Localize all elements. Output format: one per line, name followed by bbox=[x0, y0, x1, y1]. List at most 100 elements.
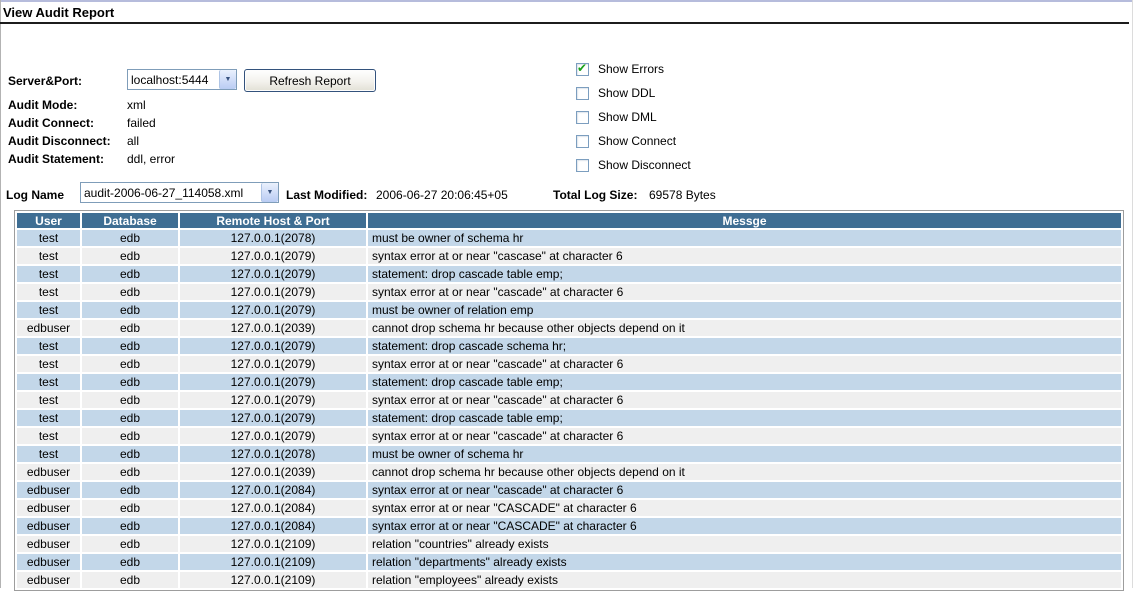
host-cell: 127.0.0.1(2079) bbox=[180, 392, 366, 408]
host-cell: 127.0.0.1(2109) bbox=[180, 554, 366, 570]
user-cell: test bbox=[17, 248, 80, 264]
table-row: edbuser edb 127.0.0.1(2039) cannot drop sch… bbox=[17, 464, 1121, 480]
log-file-selected-value: audit-2006-06-27_114058.xml bbox=[84, 185, 244, 200]
audit-statement-value: ddl, error bbox=[127, 152, 176, 166]
show-ddl-checkbox[interactable]: ✔ bbox=[576, 86, 589, 100]
table-row: test edb 127.0.0.1(2079) syntax error at or… bbox=[17, 248, 1121, 264]
show-ddl-row: ✔ Show DDL bbox=[576, 86, 655, 100]
host-cell: 127.0.0.1(2109) bbox=[180, 572, 366, 588]
frame-left-border bbox=[0, 0, 1, 588]
message-cell: statement: drop cascade table emp; bbox=[368, 410, 1121, 426]
user-cell: test bbox=[17, 338, 80, 354]
column-header-message: Messge bbox=[368, 213, 1121, 228]
database-cell: edb bbox=[82, 374, 178, 390]
user-cell: test bbox=[17, 410, 80, 426]
show-errors-checkbox[interactable]: ✔ bbox=[576, 61, 589, 76]
refresh-report-button[interactable]: Refresh Report bbox=[244, 69, 376, 92]
log-file-select[interactable]: audit-2006-06-27_114058.xml ▼ bbox=[80, 182, 279, 203]
message-cell: relation "countries" already exists bbox=[368, 536, 1121, 552]
user-cell: test bbox=[17, 446, 80, 462]
message-cell: syntax error at or near "cascase" at cha… bbox=[368, 248, 1121, 264]
database-cell: edb bbox=[82, 356, 178, 372]
host-cell: 127.0.0.1(2079) bbox=[180, 356, 366, 372]
host-cell: 127.0.0.1(2084) bbox=[180, 482, 366, 498]
host-cell: 127.0.0.1(2084) bbox=[180, 500, 366, 516]
show-dml-label: Show DML bbox=[598, 110, 657, 124]
log-name-label: Log Name bbox=[6, 188, 65, 202]
table-row: test edb 127.0.0.1(2078) must be owner of s… bbox=[17, 446, 1121, 462]
user-cell: edbuser bbox=[17, 554, 80, 570]
show-errors-row: ✔ Show Errors bbox=[576, 61, 665, 76]
message-cell: relation "employees" already exists bbox=[368, 572, 1121, 588]
message-cell: cannot drop schema hr because other obje… bbox=[368, 320, 1121, 336]
show-connect-row: ✔ Show Connect bbox=[576, 134, 676, 148]
server-port-selected-value: localhost:5444 bbox=[131, 72, 209, 87]
host-cell: 127.0.0.1(2079) bbox=[180, 248, 366, 264]
message-cell: must be owner of relation emp bbox=[368, 302, 1121, 318]
audit-mode-label: Audit Mode: bbox=[8, 98, 78, 112]
database-cell: edb bbox=[82, 338, 178, 354]
table-row: edbuser edb 127.0.0.1(2084) syntax error at… bbox=[17, 500, 1121, 516]
message-cell: syntax error at or near "CASCADE" at cha… bbox=[368, 518, 1121, 534]
user-cell: test bbox=[17, 392, 80, 408]
table-row: test edb 127.0.0.1(2079) statement: drop ca… bbox=[17, 410, 1121, 426]
message-cell: syntax error at or near "cascade" at cha… bbox=[368, 356, 1121, 372]
database-cell: edb bbox=[82, 410, 178, 426]
host-cell: 127.0.0.1(2109) bbox=[180, 536, 366, 552]
message-cell: cannot drop schema hr because other obje… bbox=[368, 464, 1121, 480]
host-cell: 127.0.0.1(2039) bbox=[180, 464, 366, 480]
last-modified-value: 2006-06-27 20:06:45+05 bbox=[376, 188, 508, 202]
table-row: edbuser edb 127.0.0.1(2084) syntax error at… bbox=[17, 518, 1121, 534]
show-disconnect-label: Show Disconnect bbox=[598, 158, 691, 172]
server-port-label: Server&Port: bbox=[8, 74, 83, 88]
database-cell: edb bbox=[82, 446, 178, 462]
table-header-row: User Database Remote Host & Port Messge bbox=[17, 213, 1121, 228]
database-cell: edb bbox=[82, 500, 178, 516]
audit-report-table: User Database Remote Host & Port Messge … bbox=[14, 210, 1124, 591]
database-cell: edb bbox=[82, 518, 178, 534]
chevron-down-icon[interactable]: ▼ bbox=[219, 70, 236, 89]
show-connect-checkbox[interactable]: ✔ bbox=[576, 134, 589, 148]
last-modified-label: Last Modified: bbox=[286, 188, 368, 202]
user-cell: edbuser bbox=[17, 536, 80, 552]
database-cell: edb bbox=[82, 482, 178, 498]
table-row: edbuser edb 127.0.0.1(2109) relation "depar… bbox=[17, 554, 1121, 570]
host-cell: 127.0.0.1(2079) bbox=[180, 266, 366, 282]
user-cell: edbuser bbox=[17, 320, 80, 336]
database-cell: edb bbox=[82, 572, 178, 588]
show-dml-checkbox[interactable]: ✔ bbox=[576, 110, 589, 124]
show-dml-row: ✔ Show DML bbox=[576, 110, 657, 124]
audit-mode-value: xml bbox=[127, 98, 146, 112]
server-port-select[interactable]: localhost:5444 ▼ bbox=[127, 69, 237, 90]
column-header-user: User bbox=[17, 213, 80, 228]
user-cell: test bbox=[17, 374, 80, 390]
show-disconnect-row: ✔ Show Disconnect bbox=[576, 158, 691, 172]
host-cell: 127.0.0.1(2079) bbox=[180, 338, 366, 354]
table-row: test edb 127.0.0.1(2079) syntax error at or… bbox=[17, 356, 1121, 372]
database-cell: edb bbox=[82, 464, 178, 480]
database-cell: edb bbox=[82, 320, 178, 336]
audit-table-body: test edb 127.0.0.1(2078) must be owner of s… bbox=[17, 230, 1121, 588]
message-cell: must be owner of schema hr bbox=[368, 230, 1121, 246]
chevron-down-icon[interactable]: ▼ bbox=[261, 183, 278, 202]
show-connect-label: Show Connect bbox=[598, 134, 677, 148]
show-disconnect-checkbox[interactable]: ✔ bbox=[576, 158, 589, 172]
page-title: View Audit Report bbox=[3, 5, 115, 20]
host-cell: 127.0.0.1(2079) bbox=[180, 374, 366, 390]
message-cell: statement: drop cascade table emp; bbox=[368, 266, 1121, 282]
audit-disconnect-label: Audit Disconnect: bbox=[8, 134, 111, 148]
user-cell: test bbox=[17, 428, 80, 444]
show-errors-label: Show Errors bbox=[598, 62, 665, 76]
table-row: edbuser edb 127.0.0.1(2084) syntax error at… bbox=[17, 482, 1121, 498]
show-ddl-label: Show DDL bbox=[598, 86, 656, 100]
user-cell: edbuser bbox=[17, 518, 80, 534]
table-row: test edb 127.0.0.1(2078) must be owner of s… bbox=[17, 230, 1121, 246]
message-cell: statement: drop cascade table emp; bbox=[368, 374, 1121, 390]
table-row: test edb 127.0.0.1(2079) must be owner of r… bbox=[17, 302, 1121, 318]
table-row: test edb 127.0.0.1(2079) syntax error at or… bbox=[17, 428, 1121, 444]
message-cell: must be owner of schema hr bbox=[368, 446, 1121, 462]
user-cell: edbuser bbox=[17, 482, 80, 498]
table-row: edbuser edb 127.0.0.1(2109) relation "emplo… bbox=[17, 572, 1121, 588]
message-cell: syntax error at or near "cascade" at cha… bbox=[368, 482, 1121, 498]
table-row: edbuser edb 127.0.0.1(2109) relation "count… bbox=[17, 536, 1121, 552]
